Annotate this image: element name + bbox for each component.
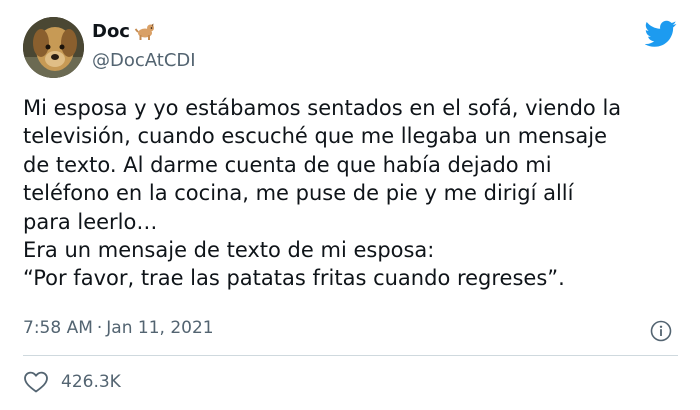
display-name[interactable]: Doc: [92, 21, 130, 42]
avatar[interactable]: [23, 17, 84, 78]
like-count: 426.3K: [61, 372, 121, 392]
tweet-text: Mi esposa y yo estábamos sentados en el …: [23, 96, 622, 291]
like-action[interactable]: 426.3K: [23, 370, 121, 394]
user-handle[interactable]: @DocAtCDI: [92, 50, 196, 71]
dog-emoji: [134, 23, 154, 40]
name-row: Doc: [92, 20, 156, 42]
meta-separator: ·: [96, 318, 103, 338]
divider: [23, 355, 678, 356]
dog-photo: [23, 17, 84, 78]
info-icon[interactable]: [650, 320, 672, 342]
tweet-card: Doc @DocAtCDI Mi esposa y yo estábamos s…: [0, 0, 700, 410]
heart-icon[interactable]: [23, 370, 49, 394]
tweet-timestamp[interactable]: 7:58 AM · Jan 11, 2021: [23, 318, 214, 338]
tweet-date: Jan 11, 2021: [106, 318, 214, 338]
tweet-time: 7:58 AM: [23, 318, 93, 338]
twitter-bird-icon[interactable]: [645, 20, 677, 48]
